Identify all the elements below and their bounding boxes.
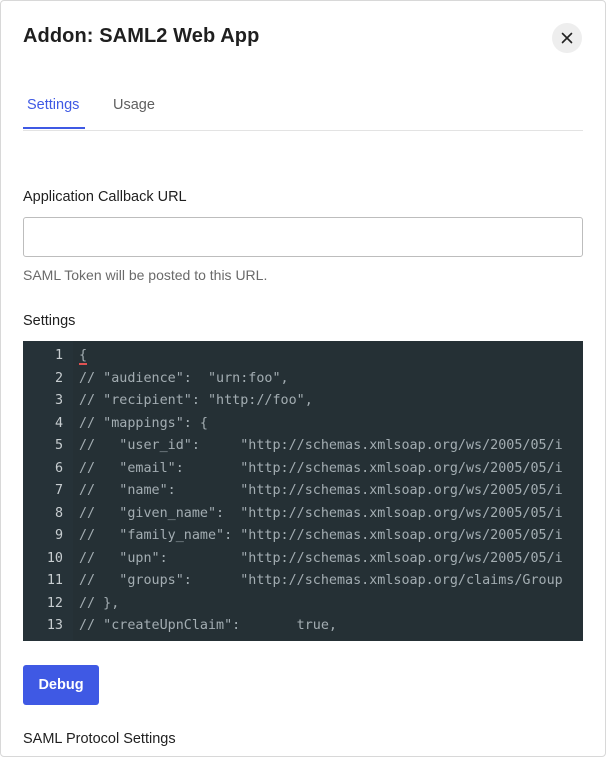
active-tab-indicator: [23, 127, 85, 129]
line-number: 9: [54, 528, 63, 543]
line-number: 4: [54, 415, 63, 431]
code-text: // "name": "http://schemas.xmlsoap.org/w…: [79, 483, 563, 498]
code-text: // },: [79, 595, 120, 611]
cursor-marker: [79, 363, 87, 365]
code-text: // "recipient": "http://foo",: [79, 393, 313, 408]
close-icon: [561, 32, 573, 44]
line-number: 3: [54, 393, 63, 408]
line-number: 10: [46, 550, 63, 566]
line-number: 12: [46, 595, 63, 611]
settings-label: Settings: [23, 313, 76, 329]
line-number: 5: [54, 438, 63, 453]
code-text: // "audience": "urn:foo",: [79, 370, 289, 386]
tab-settings[interactable]: Settings: [27, 97, 79, 113]
code-text: // "family_name": "http://schemas.xmlsoa…: [79, 528, 563, 543]
code-text: // "email": "http://schemas.xmlsoap.org/…: [79, 460, 563, 476]
callback-url-help: SAML Token will be posted to this URL.: [23, 267, 268, 283]
callback-url-input[interactable]: [23, 217, 583, 257]
dialog-title: Addon: SAML2 Web App: [23, 25, 260, 47]
line-number: 6: [54, 460, 63, 476]
line-number: 7: [54, 483, 63, 498]
line-number: 11: [46, 573, 63, 588]
code-text: // "groups": "http://schemas.xmlsoap.org…: [79, 573, 563, 588]
code-text: // "upn": "http://schemas.xmlsoap.org/ws…: [79, 550, 563, 566]
code-text: // "given_name": "http://schemas.xmlsoap…: [79, 505, 563, 521]
code-text: // "mappings": {: [79, 415, 208, 431]
close-button[interactable]: [552, 23, 582, 53]
addon-dialog: Addon: SAML2 Web App Settings Usage Appl…: [0, 0, 606, 757]
tab-bar: Settings Usage: [23, 89, 583, 131]
saml-protocol-settings-heading: SAML Protocol Settings: [23, 731, 176, 747]
debug-button[interactable]: Debug: [23, 665, 99, 705]
line-number: 13: [46, 618, 63, 633]
settings-code-editor[interactable]: 1{2// "audience": "urn:foo", 3// "recipie…: [23, 341, 583, 641]
code-text: // "user_id": "http://schemas.xmlsoap.or…: [79, 438, 563, 453]
code-text: // "createUpnClaim": true,: [79, 618, 337, 633]
callback-url-label: Application Callback URL: [23, 189, 187, 205]
tab-usage[interactable]: Usage: [113, 97, 155, 113]
line-number: 2: [54, 370, 63, 386]
line-number: 8: [54, 505, 63, 521]
line-number: 1: [54, 348, 63, 363]
